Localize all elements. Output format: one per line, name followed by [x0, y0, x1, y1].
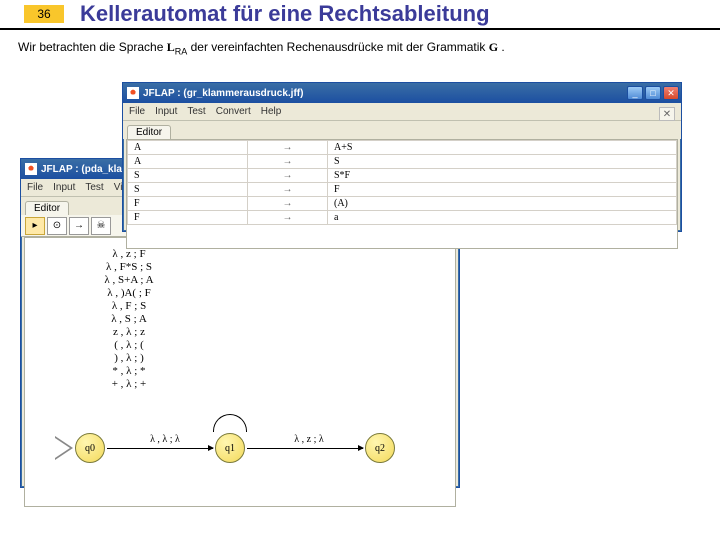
- tab-editor[interactable]: Editor: [25, 201, 69, 215]
- grammar-titlebar[interactable]: JFLAP : (gr_klammerausdruck.jff) _ □ ✕: [123, 83, 681, 103]
- menu-input[interactable]: Input: [53, 182, 75, 193]
- edge-q0-q1: [107, 448, 213, 449]
- grammar-rule-row[interactable]: F→(A): [128, 197, 677, 211]
- tab-editor[interactable]: Editor: [127, 125, 171, 139]
- grammar-rule-row[interactable]: S→S*F: [128, 169, 677, 183]
- grammar-rule-row[interactable]: F→a: [128, 211, 677, 225]
- self-loop-q1: [213, 414, 247, 432]
- tool-transition[interactable]: →: [69, 217, 89, 235]
- tool-pointer[interactable]: ▸: [25, 217, 45, 235]
- edge-q1-q2: [247, 448, 363, 449]
- panel-close-icon[interactable]: ✕: [659, 107, 675, 121]
- grammar-window: JFLAP : (gr_klammerausdruck.jff) _ □ ✕ F…: [122, 82, 682, 232]
- tool-delete[interactable]: ☠: [91, 217, 111, 235]
- edge-label-12: λ , z ; λ: [269, 434, 349, 445]
- java-icon: [25, 163, 37, 175]
- menu-file[interactable]: File: [129, 106, 145, 117]
- close-button[interactable]: ✕: [663, 86, 679, 100]
- menu-convert[interactable]: Convert: [216, 106, 251, 117]
- minimize-button[interactable]: _: [627, 86, 643, 100]
- grammar-rule-row[interactable]: A→A+S: [128, 141, 677, 155]
- state-q2[interactable]: q2: [365, 433, 395, 463]
- menu-help[interactable]: Help: [261, 106, 282, 117]
- state-q0[interactable]: q0: [75, 433, 105, 463]
- state-q1[interactable]: q1: [215, 433, 245, 463]
- menu-file[interactable]: File: [27, 182, 43, 193]
- grammar-rule-row[interactable]: A→S: [128, 155, 677, 169]
- menu-test[interactable]: Test: [85, 182, 103, 193]
- grammar-table: A→A+SA→SS→S*FS→FF→(A)F→a: [126, 139, 678, 249]
- pda-canvas[interactable]: λ , z ; Fλ , F*S ; Sλ , S+A ; Aλ , )A( ;…: [24, 237, 456, 507]
- initial-state-marker: [55, 436, 73, 460]
- menu-test[interactable]: Test: [187, 106, 205, 117]
- grammar-rule-row[interactable]: S→F: [128, 183, 677, 197]
- maximize-button[interactable]: □: [645, 86, 661, 100]
- slide-number: 36: [24, 5, 64, 23]
- slide-title: Kellerautomat für eine Rechtsableitung: [80, 1, 490, 27]
- edge-label-01: λ , λ ; λ: [125, 434, 205, 445]
- java-icon: [127, 87, 139, 99]
- grammar-menubar[interactable]: File Input Test Convert Help: [123, 103, 681, 121]
- self-loop-labels: λ , z ; Fλ , F*S ; Sλ , S+A ; Aλ , )A( ;…: [89, 248, 169, 391]
- menu-input[interactable]: Input: [155, 106, 177, 117]
- tool-state[interactable]: ⊙: [47, 217, 67, 235]
- intro-text: Wir betrachten die Sprache LRA der verei…: [0, 34, 720, 64]
